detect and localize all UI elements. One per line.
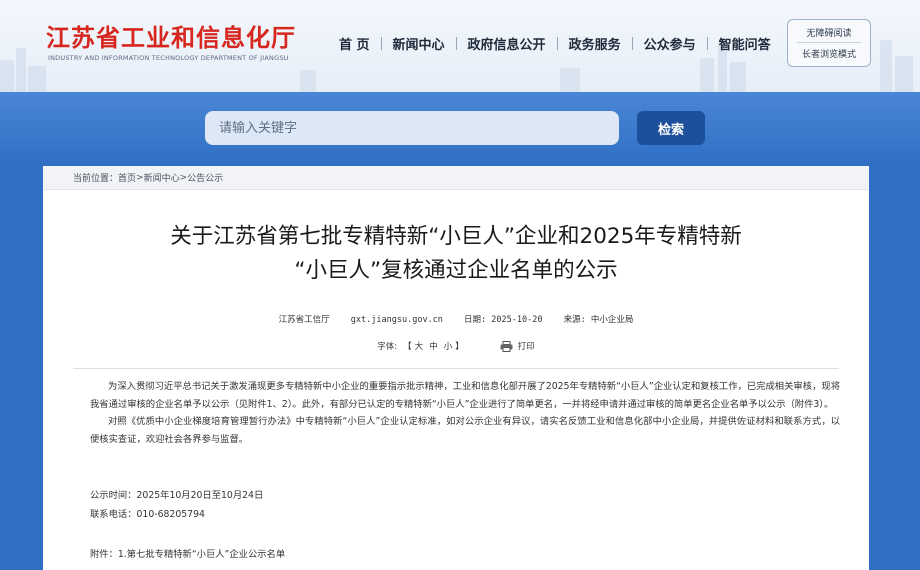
accessibility-panel: 无障碍阅读 长者浏览模式 <box>787 19 871 67</box>
article-site: gxt.jiangsu.gov.cn <box>350 315 443 325</box>
breadcrumb-notices[interactable]: 公告公示 <box>187 171 223 184</box>
breadcrumb-label: 当前位置： <box>73 174 119 184</box>
printer-icon[interactable] <box>500 340 513 352</box>
site-header: 江苏省工业和信息化厅 INDUSTRY AND INFORMATION TECH… <box>0 0 920 92</box>
article-body: 为深入贯彻习近平总书记关于激发涌现更多专精特新中小企业的重要指示批示精神，工业和… <box>90 378 840 448</box>
article-title-line1: 关于江苏省第七批专精特新“小巨人”企业和2025年专精特新 <box>170 224 742 249</box>
article-container: 当前位置： 首页 > 新闻中心 > 公告公示 关于江苏省第七批专精特新“小巨人”… <box>43 166 869 570</box>
article-origin: 来源: 中小企业局 <box>563 315 634 325</box>
paragraph-2: 对照《优质中小企业梯度培育管理暂行办法》中专精特新“小巨人”企业认定标准，如对公… <box>90 416 840 445</box>
print-button[interactable]: 打印 <box>518 340 535 352</box>
elder-mode-button[interactable]: 长者浏览模式 <box>802 47 856 60</box>
breadcrumb: 当前位置： 首页 > 新闻中心 > 公告公示 <box>43 166 869 190</box>
barrier-free-button[interactable]: 无障碍阅读 <box>806 26 851 39</box>
breadcrumb-home[interactable]: 首页 <box>118 171 136 184</box>
article-title-line2: “小巨人”复核通过企业名单的公示 <box>294 258 618 283</box>
breadcrumb-separator: > <box>179 172 188 183</box>
font-size-label: 字体: <box>377 342 398 352</box>
article-source: 江苏省工信厅 <box>278 315 330 325</box>
article-title: 关于江苏省第七批专精特新“小巨人”企业和2025年专精特新 “小巨人”复核通过企… <box>63 220 849 288</box>
font-size-small[interactable]: 小 <box>444 340 453 352</box>
search-input[interactable] <box>205 111 619 145</box>
font-size-medium[interactable]: 中 <box>429 340 438 352</box>
nav-smart-qa[interactable]: 智能问答 <box>708 34 782 53</box>
accessibility-divider <box>797 42 861 44</box>
article-divider <box>73 368 839 369</box>
article-date: 日期: 2025-10-20 <box>464 315 543 325</box>
contact-phone: 联系电话：010-68205794 <box>90 509 205 520</box>
nav-participation[interactable]: 公众参与 <box>633 34 707 53</box>
breadcrumb-news[interactable]: 新闻中心 <box>144 171 180 184</box>
main-nav: 首 页 新闻中心 政府信息公开 政务服务 公众参与 智能问答 <box>328 34 782 53</box>
paragraph-1: 为深入贯彻习近平总书记关于激发涌现更多专精特新中小企业的重要指示批示精神，工业和… <box>90 381 840 410</box>
font-size-large[interactable]: 大 <box>415 340 424 352</box>
notice-period: 公示时间：2025年10月20日至10月24日 <box>90 490 264 501</box>
nav-services[interactable]: 政务服务 <box>558 34 632 53</box>
article-meta: 江苏省工信厅 gxt.jiangsu.gov.cn 日期: 2025-10-20… <box>43 313 869 325</box>
nav-home[interactable]: 首 页 <box>328 34 381 53</box>
nav-gov-info[interactable]: 政府信息公开 <box>457 34 557 53</box>
article-tools: 字体: 【 大 中 小 】 打印 <box>377 340 535 352</box>
search-button[interactable]: 检索 <box>637 111 705 145</box>
nav-news[interactable]: 新闻中心 <box>382 34 456 53</box>
breadcrumb-separator: > <box>136 172 144 183</box>
site-subtitle: INDUSTRY AND INFORMATION TECHNOLOGY DEPA… <box>48 54 289 62</box>
site-title[interactable]: 江苏省工业和信息化厅 <box>46 18 296 53</box>
attachment-link[interactable]: 附件：1.第七批专精特新“小巨人”企业公示名单 <box>90 546 285 560</box>
